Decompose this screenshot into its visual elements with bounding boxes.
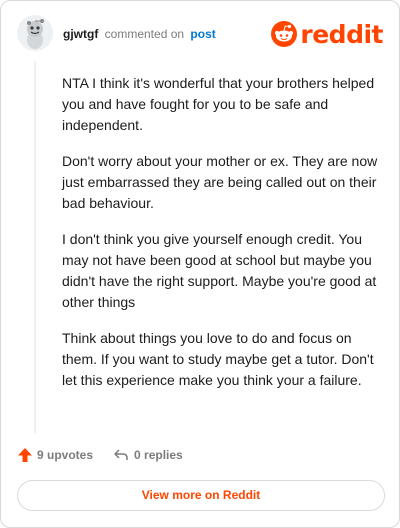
replies-button[interactable]: 0 replies — [113, 447, 183, 463]
comment-meta: gjwtgf commented on post — [63, 27, 216, 41]
reddit-snoo-logo-icon — [271, 21, 298, 47]
comment-footer: 9 upvotes 0 replies — [17, 445, 183, 465]
reddit-logo[interactable]: reddit — [271, 19, 383, 49]
comment-paragraph: NTA I think it's wonderful that your bro… — [62, 75, 375, 133]
view-more-button[interactable]: View more on Reddit — [17, 480, 385, 511]
comment-paragraph: Don't worry about your mother or ex. The… — [62, 153, 378, 211]
embedded-comment-card: gjwtgf commented on post reddit NTA I th… — [0, 0, 400, 528]
comment-header: gjwtgf commented on post reddit — [17, 15, 383, 51]
reply-arrow-icon — [114, 449, 128, 460]
comment-paragraph: Think about things you love to do and fo… — [62, 330, 374, 388]
comment-body: NTA I think it's wonderful that your bro… — [62, 73, 380, 406]
upvote-button[interactable]: 9 upvotes — [17, 447, 93, 463]
username-link[interactable]: gjwtgf — [63, 27, 98, 41]
thread-line[interactable] — [34, 61, 36, 433]
comment-paragraph: I don't think you give yourself enough c… — [62, 231, 377, 310]
upvote-count: 9 upvotes — [37, 448, 94, 462]
upvote-arrow-icon — [18, 448, 32, 462]
reply-count: 0 replies — [134, 448, 183, 462]
snoo-avatar-icon — [17, 15, 53, 51]
user-avatar[interactable] — [17, 15, 53, 51]
comment-action-text: commented on — [104, 27, 185, 41]
reddit-wordmark: reddit — [300, 19, 383, 49]
post-link[interactable]: post — [190, 27, 215, 41]
